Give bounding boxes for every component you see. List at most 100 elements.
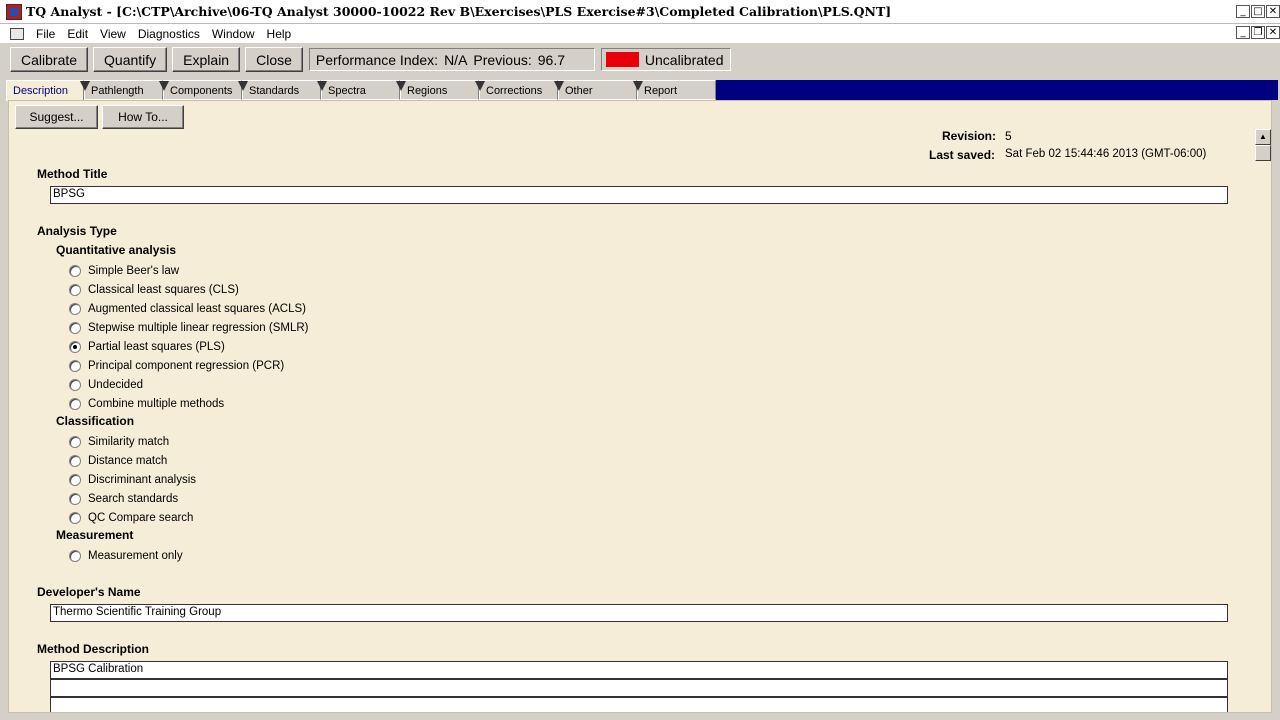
previous-label: Previous: bbox=[473, 51, 532, 68]
tab-description[interactable]: Description bbox=[6, 80, 84, 101]
tab-label: Components bbox=[170, 85, 233, 97]
suggest-button[interactable]: Suggest... bbox=[15, 105, 98, 129]
menu-help[interactable]: Help bbox=[261, 27, 298, 41]
method-title-label: Method Title bbox=[37, 167, 108, 181]
radio-qc-compare-search[interactable]: QC Compare search bbox=[69, 510, 193, 526]
tab-components[interactable]: Components bbox=[159, 80, 242, 100]
close-window-button[interactable]: ✕ bbox=[1266, 5, 1280, 18]
calibrate-button[interactable]: Calibrate bbox=[10, 47, 89, 72]
radio-pcr[interactable]: Principal component regression (PCR) bbox=[69, 358, 284, 374]
scroll-thumb[interactable] bbox=[1255, 145, 1271, 161]
menu-edit[interactable]: Edit bbox=[61, 27, 94, 41]
radio-icon[interactable] bbox=[69, 512, 81, 524]
menu-diagnostics[interactable]: Diagnostics bbox=[132, 27, 206, 41]
tab-corrections[interactable]: Corrections bbox=[475, 80, 558, 100]
radio-label: Combine multiple methods bbox=[88, 398, 225, 410]
radio-cls[interactable]: Classical least squares (CLS) bbox=[69, 282, 239, 298]
radio-pls[interactable]: Partial least squares (PLS) bbox=[69, 339, 225, 355]
revision-label: Revision: bbox=[942, 129, 997, 143]
tab-label: Description bbox=[13, 85, 69, 97]
radio-measurement-only[interactable]: Measurement only bbox=[69, 548, 183, 564]
radio-icon[interactable] bbox=[69, 398, 81, 410]
method-description-line[interactable] bbox=[50, 697, 1228, 712]
radio-combine-methods[interactable]: Combine multiple methods bbox=[69, 396, 224, 412]
method-description-line[interactable]: BPSG Calibration bbox=[50, 661, 1228, 679]
radio-label: QC Compare search bbox=[88, 512, 194, 524]
radio-icon[interactable] bbox=[69, 550, 81, 562]
radio-icon[interactable] bbox=[69, 284, 81, 296]
radio-icon[interactable] bbox=[69, 379, 81, 391]
window-controls: _ □ ✕ bbox=[1236, 5, 1280, 18]
analysis-type-label: Analysis Type bbox=[37, 224, 117, 238]
tab-label: Standards bbox=[249, 85, 300, 97]
tab-notch-icon bbox=[238, 81, 248, 91]
method-description-label: Method Description bbox=[37, 642, 150, 656]
performance-label: Performance Index: bbox=[315, 51, 439, 68]
tab-standards[interactable]: Standards bbox=[238, 80, 321, 100]
radio-label: Measurement only bbox=[88, 550, 183, 562]
radio-smlr[interactable]: Stepwise multiple linear regression (SML… bbox=[69, 320, 309, 336]
doc-close-button[interactable]: ✕ bbox=[1266, 26, 1280, 39]
developer-name-field[interactable]: Thermo Scientific Training Group bbox=[50, 604, 1228, 622]
how-to-button[interactable]: How To... bbox=[102, 105, 184, 129]
vertical-scrollbar[interactable]: ▲ bbox=[1255, 129, 1271, 712]
radio-icon[interactable] bbox=[69, 322, 81, 334]
radio-icon[interactable] bbox=[69, 436, 81, 448]
radio-icon[interactable] bbox=[69, 303, 81, 315]
scroll-up-icon[interactable]: ▲ bbox=[1255, 129, 1271, 145]
radio-checked-icon[interactable] bbox=[69, 341, 81, 353]
radio-discriminant-analysis[interactable]: Discriminant analysis bbox=[69, 472, 196, 488]
tab-notch-icon bbox=[475, 81, 485, 91]
menu-window[interactable]: Window bbox=[206, 27, 261, 41]
menu-view[interactable]: View bbox=[94, 27, 132, 41]
radio-label: Augmented classical least squares (ACLS) bbox=[88, 303, 306, 315]
radio-label: Discriminant analysis bbox=[88, 474, 197, 486]
previous-value: 96.7 bbox=[537, 51, 566, 68]
quantify-button[interactable]: Quantify bbox=[93, 47, 168, 72]
doc-minimize-button[interactable]: _ bbox=[1236, 26, 1250, 39]
tab-notch-icon bbox=[159, 81, 169, 91]
tab-label: Regions bbox=[407, 85, 448, 97]
method-description-line[interactable] bbox=[50, 679, 1228, 697]
tab-other[interactable]: Other bbox=[554, 80, 637, 100]
minimize-button[interactable]: _ bbox=[1236, 5, 1250, 18]
tab-label: Pathlength bbox=[91, 85, 144, 97]
calibration-status: Uncalibrated bbox=[600, 48, 731, 71]
menu-bar: File Edit View Diagnostics Window Help _… bbox=[0, 24, 1280, 43]
description-panel: Suggest... How To... Revision: 5 Last sa… bbox=[8, 100, 1272, 713]
document-window-controls: _ ❐ ✕ bbox=[1236, 26, 1280, 39]
method-title-field[interactable]: BPSG bbox=[50, 186, 1228, 204]
tab-pathlength[interactable]: Pathlength bbox=[80, 80, 163, 100]
last-saved-label: Last saved: bbox=[929, 148, 996, 162]
radio-label: Search standards bbox=[88, 493, 179, 505]
radio-label: Distance match bbox=[88, 455, 168, 467]
title-bar: TQ Analyst - [C:\CTP\Archive\06-TQ Analy… bbox=[0, 0, 1280, 24]
doc-restore-button[interactable]: ❐ bbox=[1251, 26, 1265, 39]
radio-search-standards[interactable]: Search standards bbox=[69, 491, 178, 507]
quantitative-analysis-label: Quantitative analysis bbox=[56, 243, 177, 257]
radio-undecided[interactable]: Undecided bbox=[69, 377, 143, 393]
radio-label: Similarity match bbox=[88, 436, 170, 448]
tab-report[interactable]: Report bbox=[633, 80, 716, 100]
radio-icon[interactable] bbox=[69, 360, 81, 372]
radio-icon[interactable] bbox=[69, 265, 81, 277]
radio-icon[interactable] bbox=[69, 493, 81, 505]
radio-similarity-match[interactable]: Similarity match bbox=[69, 434, 169, 450]
tab-spectra[interactable]: Spectra bbox=[317, 80, 400, 100]
explain-button[interactable]: Explain bbox=[172, 47, 241, 72]
tab-notch-icon bbox=[80, 81, 90, 91]
radio-icon[interactable] bbox=[69, 474, 81, 486]
status-indicator bbox=[605, 52, 639, 67]
radio-icon[interactable] bbox=[69, 455, 81, 467]
radio-distance-match[interactable]: Distance match bbox=[69, 453, 167, 469]
window-bottom-border bbox=[0, 713, 1280, 720]
radio-acls[interactable]: Augmented classical least squares (ACLS) bbox=[69, 301, 306, 317]
menu-file[interactable]: File bbox=[30, 27, 61, 41]
tab-regions[interactable]: Regions bbox=[396, 80, 479, 100]
close-button[interactable]: Close bbox=[245, 47, 303, 72]
maximize-button[interactable]: □ bbox=[1251, 5, 1265, 18]
document-icon[interactable] bbox=[10, 27, 24, 40]
app-icon[interactable] bbox=[6, 3, 22, 20]
radio-simple-beers-law[interactable]: Simple Beer's law bbox=[69, 263, 179, 279]
performance-index-display: Performance Index: N/A Previous: 96.7 bbox=[308, 48, 595, 71]
